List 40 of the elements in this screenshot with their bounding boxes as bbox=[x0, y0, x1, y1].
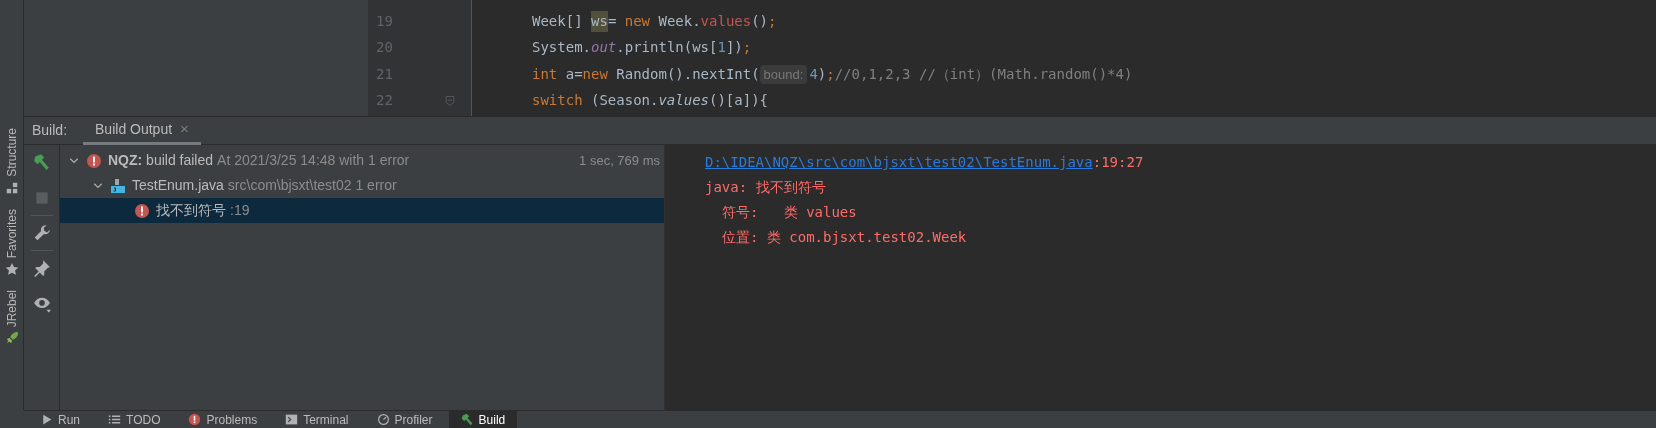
error-icon bbox=[134, 202, 150, 219]
code-line: Week[] ws= new Week.values(); bbox=[532, 8, 1656, 35]
play-icon bbox=[40, 413, 53, 426]
hammer-icon bbox=[32, 153, 51, 171]
side-tab[interactable]: Favorites bbox=[2, 208, 21, 277]
side-tab[interactable]: Structure bbox=[2, 128, 21, 195]
tool-window-tab[interactable]: Build bbox=[448, 411, 518, 428]
star-icon bbox=[4, 262, 19, 277]
rocket-icon bbox=[4, 331, 19, 346]
tool-window-tab[interactable]: TODO bbox=[96, 411, 173, 428]
gauge-icon bbox=[376, 413, 390, 426]
tool-window-tab[interactable]: Problems bbox=[176, 411, 270, 428]
tool-window-tab[interactable]: Profiler bbox=[364, 411, 445, 428]
panel-label: Build: bbox=[32, 121, 68, 140]
error-detail: 符号: 类 values bbox=[721, 203, 857, 222]
file-path-link[interactable]: D:\IDEA\NQZ\src\com\bjsxt\test02\TestEnum.java bbox=[705, 152, 1093, 173]
code-line: switch (Season.values()[a]){ bbox=[532, 91, 770, 111]
java-file-icon bbox=[110, 177, 126, 194]
tree-row[interactable]: 找不到符号 :19 bbox=[60, 198, 664, 223]
hammer-icon bbox=[460, 413, 474, 426]
tool-window-tab[interactable]: Run bbox=[28, 411, 92, 428]
eye-icon bbox=[32, 295, 51, 313]
build-duration: 1 sec, 769 ms bbox=[579, 151, 661, 170]
side-tab[interactable]: JRebel bbox=[2, 290, 21, 346]
build-output-tab[interactable]: Build Output × bbox=[83, 116, 201, 145]
tool-window-tab[interactable]: Terminal bbox=[273, 411, 361, 428]
wrench-icon bbox=[32, 224, 51, 242]
code-line: System.out.println(ws[1]); bbox=[532, 38, 753, 58]
error-detail: 位置: 类 com.bjsxt.test02.Week bbox=[721, 228, 967, 247]
error-message: java: 找不到符号 bbox=[705, 178, 826, 197]
tree-row[interactable]: TestEnum.java src\com\bjsxt\test02 1 error bbox=[60, 173, 664, 198]
error-icon bbox=[188, 413, 202, 426]
list-icon bbox=[108, 413, 121, 426]
terminal-icon bbox=[285, 413, 299, 426]
line-position: :19:27 bbox=[1092, 153, 1144, 172]
tree-row[interactable]: NQZ: build failed At 2021/3/25 14:48 with 1 error 1 sec, 769 ms bbox=[60, 148, 664, 173]
structure-icon bbox=[4, 180, 19, 195]
pin-icon bbox=[32, 259, 51, 277]
error-icon bbox=[86, 152, 102, 169]
code-line: int a=new Random().nextInt( bound: 4);//0,1,2,3 //（int）(Math.random()*4) bbox=[532, 63, 1134, 86]
